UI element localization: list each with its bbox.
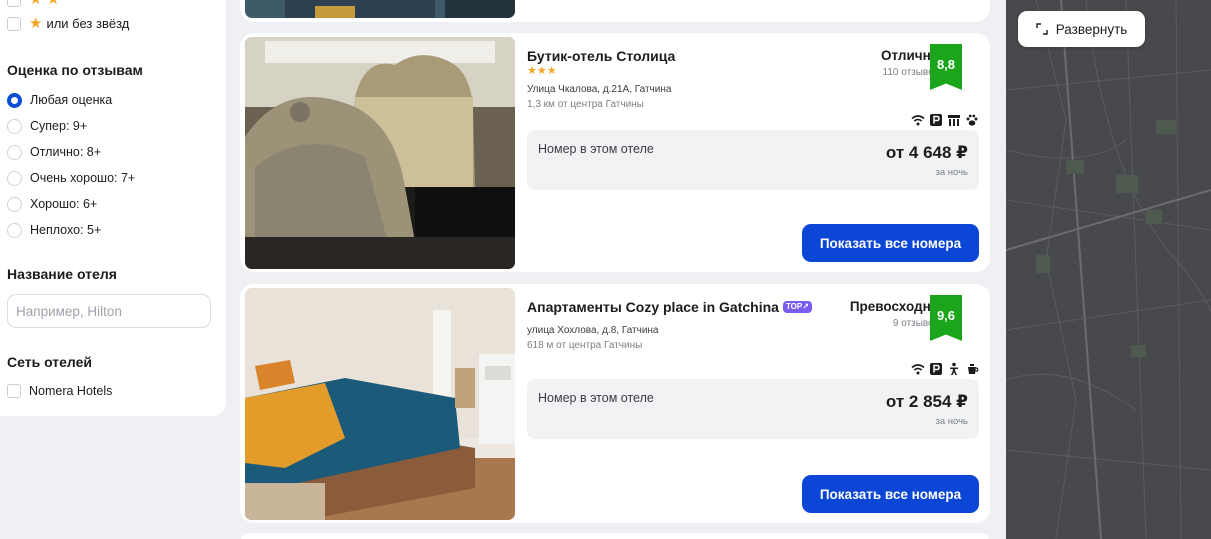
- map-canvas[interactable]: [1006, 0, 1211, 539]
- rating-option-good[interactable]: Хорошо: 6+: [7, 196, 97, 212]
- room-label: Номер в этом отеле: [538, 391, 654, 405]
- room-price: от 2 854 ₽: [885, 392, 968, 411]
- star-icon: ★: [46, 0, 59, 7]
- rating-option-label: Супер: 9+: [30, 119, 88, 133]
- hotel-card: Бутик-отель Столица ★★★ Улица Чкалова, д…: [240, 33, 990, 272]
- pets-icon: [965, 113, 979, 127]
- chain-option-nomera[interactable]: Nomera Hotels: [7, 384, 112, 398]
- rating-option-label: Неплохо: 5+: [30, 223, 102, 237]
- kettle-icon: [965, 362, 979, 376]
- radio[interactable]: [7, 144, 22, 160]
- hotel-card-next: [240, 533, 990, 539]
- radio[interactable]: [7, 222, 22, 238]
- star-icon: ★: [29, 15, 43, 32]
- hotel-card: Апартаменты Cozy place in Gatchina TOP↗ …: [240, 284, 990, 523]
- chain-section-title: Сеть отелей: [7, 354, 93, 370]
- chain-option-label: Nomera Hotels: [29, 384, 113, 398]
- show-all-rooms-button[interactable]: Показать все номера: [802, 224, 979, 262]
- filters-sidebar: ★ ★ ★ или без звёзд Оценка по отзывам Лю…: [0, 0, 226, 416]
- rating-option-any[interactable]: Любая оценка: [7, 92, 112, 108]
- score-badge: 9,6: [930, 295, 962, 341]
- filter-no-stars-label: или без звёзд: [46, 16, 130, 31]
- rating-option-super[interactable]: Супер: 9+: [7, 118, 87, 134]
- map[interactable]: [1006, 0, 1211, 539]
- checkbox[interactable]: [7, 0, 21, 7]
- hotel-name-section-title: Название отеля: [7, 266, 117, 282]
- rating-section-title: Оценка по отзывам: [7, 62, 143, 78]
- hotel-photo[interactable]: [245, 288, 515, 520]
- per-night-label: за ночь: [935, 416, 969, 427]
- restaurant-icon: [947, 113, 961, 127]
- radio[interactable]: [7, 196, 22, 212]
- filter-3-stars[interactable]: ★ ★: [7, 0, 64, 7]
- wifi-icon: [911, 113, 925, 127]
- hotel-name[interactable]: Бутик-отель Столица: [527, 48, 675, 64]
- hotel-distance: 618 м от центра Гатчины: [527, 340, 643, 351]
- hotel-photo[interactable]: [245, 37, 515, 269]
- rating-option-fair[interactable]: Неплохо: 5+: [7, 222, 101, 238]
- expand-map-button[interactable]: Развернуть: [1018, 11, 1145, 47]
- top-badge: TOP↗: [782, 301, 812, 313]
- room-offer[interactable]: Номер в этом отеле от 2 854 ₽ за ночь: [527, 379, 979, 439]
- star-icon: ★: [29, 0, 42, 7]
- rating-word: Превосходно: [849, 299, 939, 314]
- rating-option-excellent[interactable]: Отлично: 8+: [7, 144, 101, 160]
- parking-icon: [929, 362, 943, 376]
- checkbox[interactable]: [7, 16, 21, 31]
- score-badge: 8,8: [930, 44, 962, 90]
- wifi-icon: [911, 362, 925, 376]
- expand-icon: [1036, 23, 1048, 35]
- per-night-label: за ночь: [935, 167, 969, 178]
- radio[interactable]: [7, 118, 22, 134]
- child-icon: [947, 362, 961, 376]
- filter-no-stars[interactable]: ★ или без звёзд: [7, 16, 129, 31]
- amenities: [911, 113, 979, 127]
- room-label: Номер в этом отеле: [538, 142, 654, 156]
- hotel-photo[interactable]: [245, 0, 515, 18]
- hotel-address: улица Хохлова, д.8, Гатчина: [527, 325, 659, 336]
- radio[interactable]: [7, 170, 22, 186]
- hotel-address: Улица Чкалова, д.21А, Гатчина: [527, 84, 672, 95]
- amenities: [911, 362, 979, 376]
- hotel-name[interactable]: Апартаменты Cozy place in Gatchina TOP↗: [527, 299, 812, 315]
- rating-option-label: Очень хорошо: 7+: [30, 171, 136, 185]
- room-offer[interactable]: Номер в этом отеле от 4 648 ₽ за ночь: [527, 130, 979, 190]
- rating-option-label: Отлично: 8+: [30, 145, 102, 159]
- rating-option-very-good[interactable]: Очень хорошо: 7+: [7, 170, 135, 186]
- checkbox[interactable]: [7, 384, 21, 398]
- expand-map-label: Развернуть: [1055, 21, 1128, 37]
- hotel-stars: ★★★: [527, 65, 557, 77]
- hotel-distance: 1,3 км от центра Гатчины: [527, 99, 644, 110]
- parking-icon: [929, 113, 943, 127]
- rating-option-label: Хорошо: 6+: [30, 197, 98, 211]
- rating-option-label: Любая оценка: [30, 93, 113, 107]
- show-all-rooms-button[interactable]: Показать все номера: [802, 475, 979, 513]
- radio-selected[interactable]: [7, 92, 22, 108]
- hotel-name-input[interactable]: [7, 294, 211, 328]
- room-price: от 4 648 ₽: [885, 143, 968, 162]
- hotel-card-previous: [240, 0, 990, 22]
